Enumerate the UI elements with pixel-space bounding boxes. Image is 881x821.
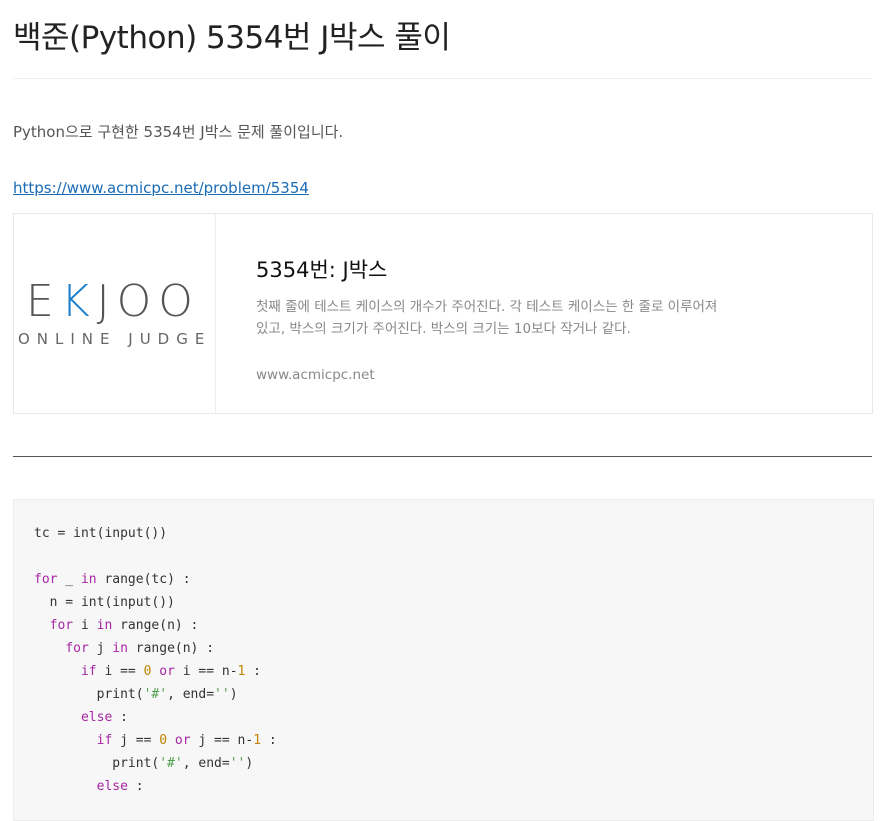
code-token: range(tc) : [96,572,191,587]
logo-text-left: E [26,276,61,327]
code-token: for [34,572,58,587]
code-token: range(n) : [127,641,215,656]
code-token: '#' [143,687,168,702]
code-token: i == n- [174,664,238,679]
code-token: else [96,779,128,794]
code-token: if [80,664,97,679]
code-token: '' [214,687,230,702]
blog-post: 백준(Python) 5354번 J박스 풀이 Python으로 구현한 535… [0,0,881,821]
code-token: '#' [159,756,183,771]
code-token: : [245,664,262,679]
code-token: tc = int(input()) [34,526,168,541]
logo-text-k: K [60,276,97,327]
code-content: tc = int(input()) for _ in range(tc) : n … [14,500,873,798]
code-token: else [80,710,113,725]
code-token: : [127,779,144,794]
code-line: for i in range(n) : [34,614,873,637]
code-line: else : [34,775,873,798]
card-domain: www.acmicpc.net [256,367,375,383]
code-token: if [96,733,113,748]
code-token: j == n- [190,733,254,748]
logo-subtext: ONLINE JUDGE [18,330,212,348]
code-token: range(n) : [112,618,199,633]
code-token: 0 [159,733,168,748]
card-title: 5354번: J박스 [256,258,388,282]
code-token: j [88,641,113,656]
code-line: n = int(input()) [34,591,873,614]
code-line: print('#', end='') [34,752,873,775]
code-token: ) [229,687,238,702]
link-preview-card[interactable]: EKJOO ONLINE JUDGE 5354번: J박스 첫째 줄에 테스트 … [13,213,873,414]
code-token: , end= [182,756,230,771]
code-token: '' [229,756,246,771]
code-token: in [112,641,128,656]
code-token: print( [34,756,160,771]
code-line: for _ in range(tc) : [34,568,873,591]
code-token: print( [34,687,144,702]
logo-text-right: JOO [96,276,200,327]
code-line: if j == 0 or j == n-1 : [34,729,873,752]
code-token: for [49,618,74,633]
code-token: j == [112,733,160,748]
code-token: i == [96,664,144,679]
problem-link[interactable]: https://www.acmicpc.net/problem/5354 [13,179,309,197]
code-token: in [96,618,113,633]
code-token: for [65,641,89,656]
post-title: 백준(Python) 5354번 J박스 풀이 [13,20,451,56]
card-description: 첫째 줄에 테스트 케이스의 개수가 주어진다. 각 테스트 케이스는 한 줄로… [256,299,718,337]
card-thumbnail: EKJOO ONLINE JUDGE [14,214,216,413]
code-line: for j in range(n) : [34,637,873,660]
post-intro: Python으로 구현한 5354번 J박스 문제 풀이입니다. [13,123,344,141]
code-line: if i == 0 or i == n-1 : [34,660,873,683]
code-token: in [80,572,97,587]
code-line: print('#', end='') [34,683,873,706]
code-token: or [174,733,191,748]
code-block: tc = int(input()) for _ in range(tc) : n … [13,499,874,821]
code-token: _ [57,572,81,587]
code-token: n = int(input()) [34,595,175,610]
section-divider [13,456,872,457]
code-line: tc = int(input()) [34,522,873,545]
code-token: , end= [167,687,215,702]
code-token: or [159,664,175,679]
title-divider [13,78,872,79]
code-token: : [112,710,128,725]
code-token: 1 [253,733,262,748]
code-token: i [73,618,97,633]
code-line: else : [34,706,873,729]
code-token: : [261,733,277,748]
baekjoon-logo: EKJOO [26,280,200,324]
code-token: ) [245,756,254,771]
